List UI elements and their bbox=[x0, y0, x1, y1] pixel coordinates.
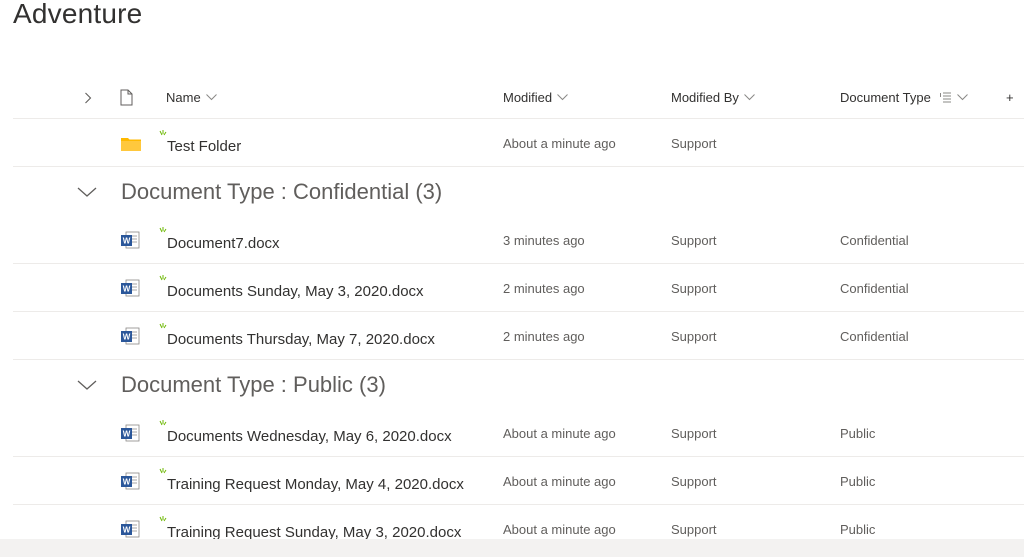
folder-icon bbox=[121, 119, 143, 167]
column-header-modified-by[interactable]: Modified By bbox=[671, 76, 755, 119]
column-header-name[interactable]: Name bbox=[166, 76, 217, 119]
modified-cell: About a minute ago bbox=[503, 135, 616, 151]
svg-text:W: W bbox=[123, 237, 131, 246]
file-type-icon[interactable] bbox=[120, 76, 136, 119]
column-header-row: Name Modified Modified By Document Type … bbox=[13, 76, 1024, 119]
modified-by-cell: Support bbox=[671, 328, 717, 344]
word-doc-icon: W bbox=[121, 409, 143, 457]
svg-text:W: W bbox=[123, 285, 131, 294]
table-row[interactable]: W Document7.docx 3 minutes ago Support C… bbox=[13, 216, 1024, 264]
modified-by-cell: Support bbox=[671, 280, 717, 296]
word-doc-icon: W bbox=[121, 216, 143, 264]
table-row[interactable]: W Documents Thursday, May 7, 2020.docx 2… bbox=[13, 312, 1024, 360]
add-column-button[interactable]: + bbox=[1006, 76, 1014, 119]
modified-by-cell: Support bbox=[671, 473, 717, 489]
chevron-down-icon[interactable] bbox=[76, 375, 98, 395]
word-doc-icon: W bbox=[121, 312, 143, 360]
group-header-public[interactable]: Document Type : Public (3) bbox=[13, 360, 1024, 409]
modified-cell: 2 minutes ago bbox=[503, 328, 585, 344]
chevron-down-icon bbox=[956, 94, 968, 101]
document-type-cell: Confidential bbox=[840, 232, 909, 248]
file-name[interactable]: Training Request Monday, May 4, 2020.doc… bbox=[167, 460, 464, 508]
svg-text:W: W bbox=[123, 526, 131, 535]
page-title: Adventure bbox=[13, 0, 143, 29]
document-type-cell: Public bbox=[840, 425, 876, 441]
svg-text:W: W bbox=[123, 430, 131, 439]
modified-by-cell: Support bbox=[671, 135, 717, 151]
chevron-down-icon[interactable] bbox=[76, 182, 98, 202]
document-type-cell: Public bbox=[840, 473, 876, 489]
modified-cell: About a minute ago bbox=[503, 425, 616, 441]
modified-cell: 3 minutes ago bbox=[503, 232, 585, 248]
chevron-down-icon bbox=[557, 94, 568, 101]
group-label: Document Type : Public (3) bbox=[121, 372, 386, 397]
document-library-page: Adventure Name Modified Modified By Docu… bbox=[0, 0, 1024, 557]
file-name[interactable]: Test Folder bbox=[167, 122, 241, 170]
word-doc-icon: W bbox=[121, 264, 143, 312]
column-name-label: Name bbox=[166, 90, 201, 105]
column-modified-label: Modified bbox=[503, 90, 553, 105]
column-header-document-type[interactable]: Document Type bbox=[840, 76, 968, 119]
chevron-down-icon bbox=[205, 94, 217, 101]
svg-text:W: W bbox=[123, 333, 131, 342]
document-type-cell: Confidential bbox=[840, 328, 909, 344]
svg-text:W: W bbox=[123, 478, 131, 487]
modified-by-cell: Support bbox=[671, 425, 717, 441]
table-row[interactable]: W Documents Wednesday, May 6, 2020.docx … bbox=[13, 409, 1024, 457]
word-doc-icon: W bbox=[121, 457, 143, 505]
expand-all-icon[interactable] bbox=[81, 76, 95, 119]
column-document-type-label: Document Type bbox=[840, 90, 931, 105]
column-modified-by-label: Modified By bbox=[671, 90, 739, 105]
table-row[interactable]: W Training Request Monday, May 4, 2020.d… bbox=[13, 457, 1024, 505]
horizontal-scrollbar[interactable] bbox=[0, 539, 1024, 557]
modified-cell: 2 minutes ago bbox=[503, 280, 585, 296]
group-by-icon bbox=[939, 92, 952, 103]
chevron-down-icon bbox=[744, 94, 755, 101]
file-name[interactable]: Documents Wednesday, May 6, 2020.docx bbox=[167, 412, 452, 460]
document-list: Name Modified Modified By Document Type … bbox=[0, 76, 1024, 553]
table-row[interactable]: Test Folder About a minute ago Support bbox=[13, 119, 1024, 167]
document-type-cell: Confidential bbox=[840, 280, 909, 296]
column-header-modified[interactable]: Modified bbox=[503, 76, 568, 119]
group-header-confidential[interactable]: Document Type : Confidential (3) bbox=[13, 167, 1024, 216]
table-row[interactable]: W Documents Sunday, May 3, 2020.docx 2 m… bbox=[13, 264, 1024, 312]
file-name[interactable]: Documents Thursday, May 7, 2020.docx bbox=[167, 315, 435, 363]
modified-by-cell: Support bbox=[671, 232, 717, 248]
modified-cell: About a minute ago bbox=[503, 473, 616, 489]
group-label: Document Type : Confidential (3) bbox=[121, 179, 443, 204]
file-name[interactable]: Document7.docx bbox=[167, 219, 280, 267]
file-name[interactable]: Documents Sunday, May 3, 2020.docx bbox=[167, 267, 424, 315]
